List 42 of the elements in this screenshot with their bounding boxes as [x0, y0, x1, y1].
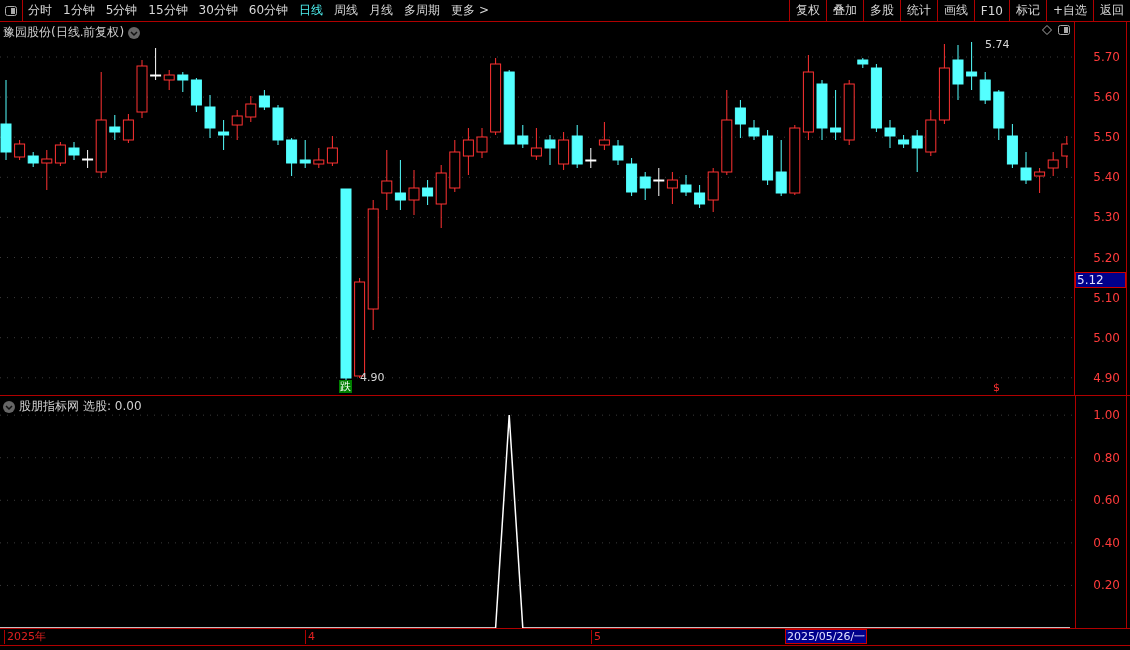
current-price-tag: 5.12: [1075, 272, 1126, 288]
fall-badge: 跌: [339, 380, 352, 393]
chevron-down-icon[interactable]: [128, 26, 141, 39]
period-tab[interactable]: 60分钟: [248, 2, 289, 19]
date-axis-label: 4: [305, 630, 315, 644]
price-axis-label: 5.10: [1093, 290, 1120, 305]
period-tab[interactable]: 30分钟: [198, 2, 238, 19]
cursor-date-label: 2025/05/26/一: [785, 629, 868, 644]
price-axis-label: 5.20: [1093, 250, 1120, 265]
chart-title: 豫园股份(日线.前复权): [3, 24, 125, 41]
price-axis-label: 5.50: [1093, 130, 1120, 145]
period-tab[interactable]: 15分钟: [148, 2, 188, 19]
signal-mark: $: [993, 381, 1000, 394]
period-tab[interactable]: 日线: [299, 2, 324, 19]
period-tab[interactable]: 分时: [28, 2, 52, 19]
price-axis-label: 5.70: [1093, 50, 1120, 64]
price-axis-label: 5.40: [1093, 170, 1120, 185]
panel-toggle-icon[interactable]: [5, 5, 17, 16]
price-axis-label: 5.00: [1093, 330, 1120, 345]
period-tab[interactable]: 月线: [369, 2, 394, 19]
period-tab[interactable]: 更多 >: [451, 2, 489, 19]
indicator-axis-label: 0.80: [1093, 450, 1120, 465]
period-tab[interactable]: 1分钟: [63, 2, 95, 19]
indicator-axis-label: 0.20: [1093, 578, 1120, 593]
indicator-reading: 选股: 0.00: [83, 398, 142, 415]
indicator-axis-label: 0.60: [1093, 493, 1120, 508]
indicator-axis-label: 1.00: [1093, 408, 1120, 423]
panel-toggle-icon[interactable]: [1058, 25, 1070, 35]
diamond-icon[interactable]: [1042, 25, 1052, 35]
price-axis-label: 5.60: [1093, 90, 1120, 105]
date-axis-label: 5: [591, 630, 601, 644]
period-tab[interactable]: 周线: [334, 2, 359, 19]
high-price-label: 5.74: [985, 38, 1010, 51]
price-axis-label: 4.90: [1093, 370, 1120, 385]
date-axis-label: 2025年: [4, 630, 46, 644]
indicator-name: 股朋指标网: [19, 398, 79, 415]
chevron-down-icon[interactable]: [3, 400, 15, 413]
period-tab[interactable]: 多周期: [404, 2, 441, 19]
period-tab[interactable]: 5分钟: [105, 2, 138, 19]
price-axis-label: 5.30: [1093, 210, 1120, 225]
low-price-label: 4.90: [360, 371, 385, 384]
indicator-axis-label: 0.40: [1093, 535, 1120, 550]
